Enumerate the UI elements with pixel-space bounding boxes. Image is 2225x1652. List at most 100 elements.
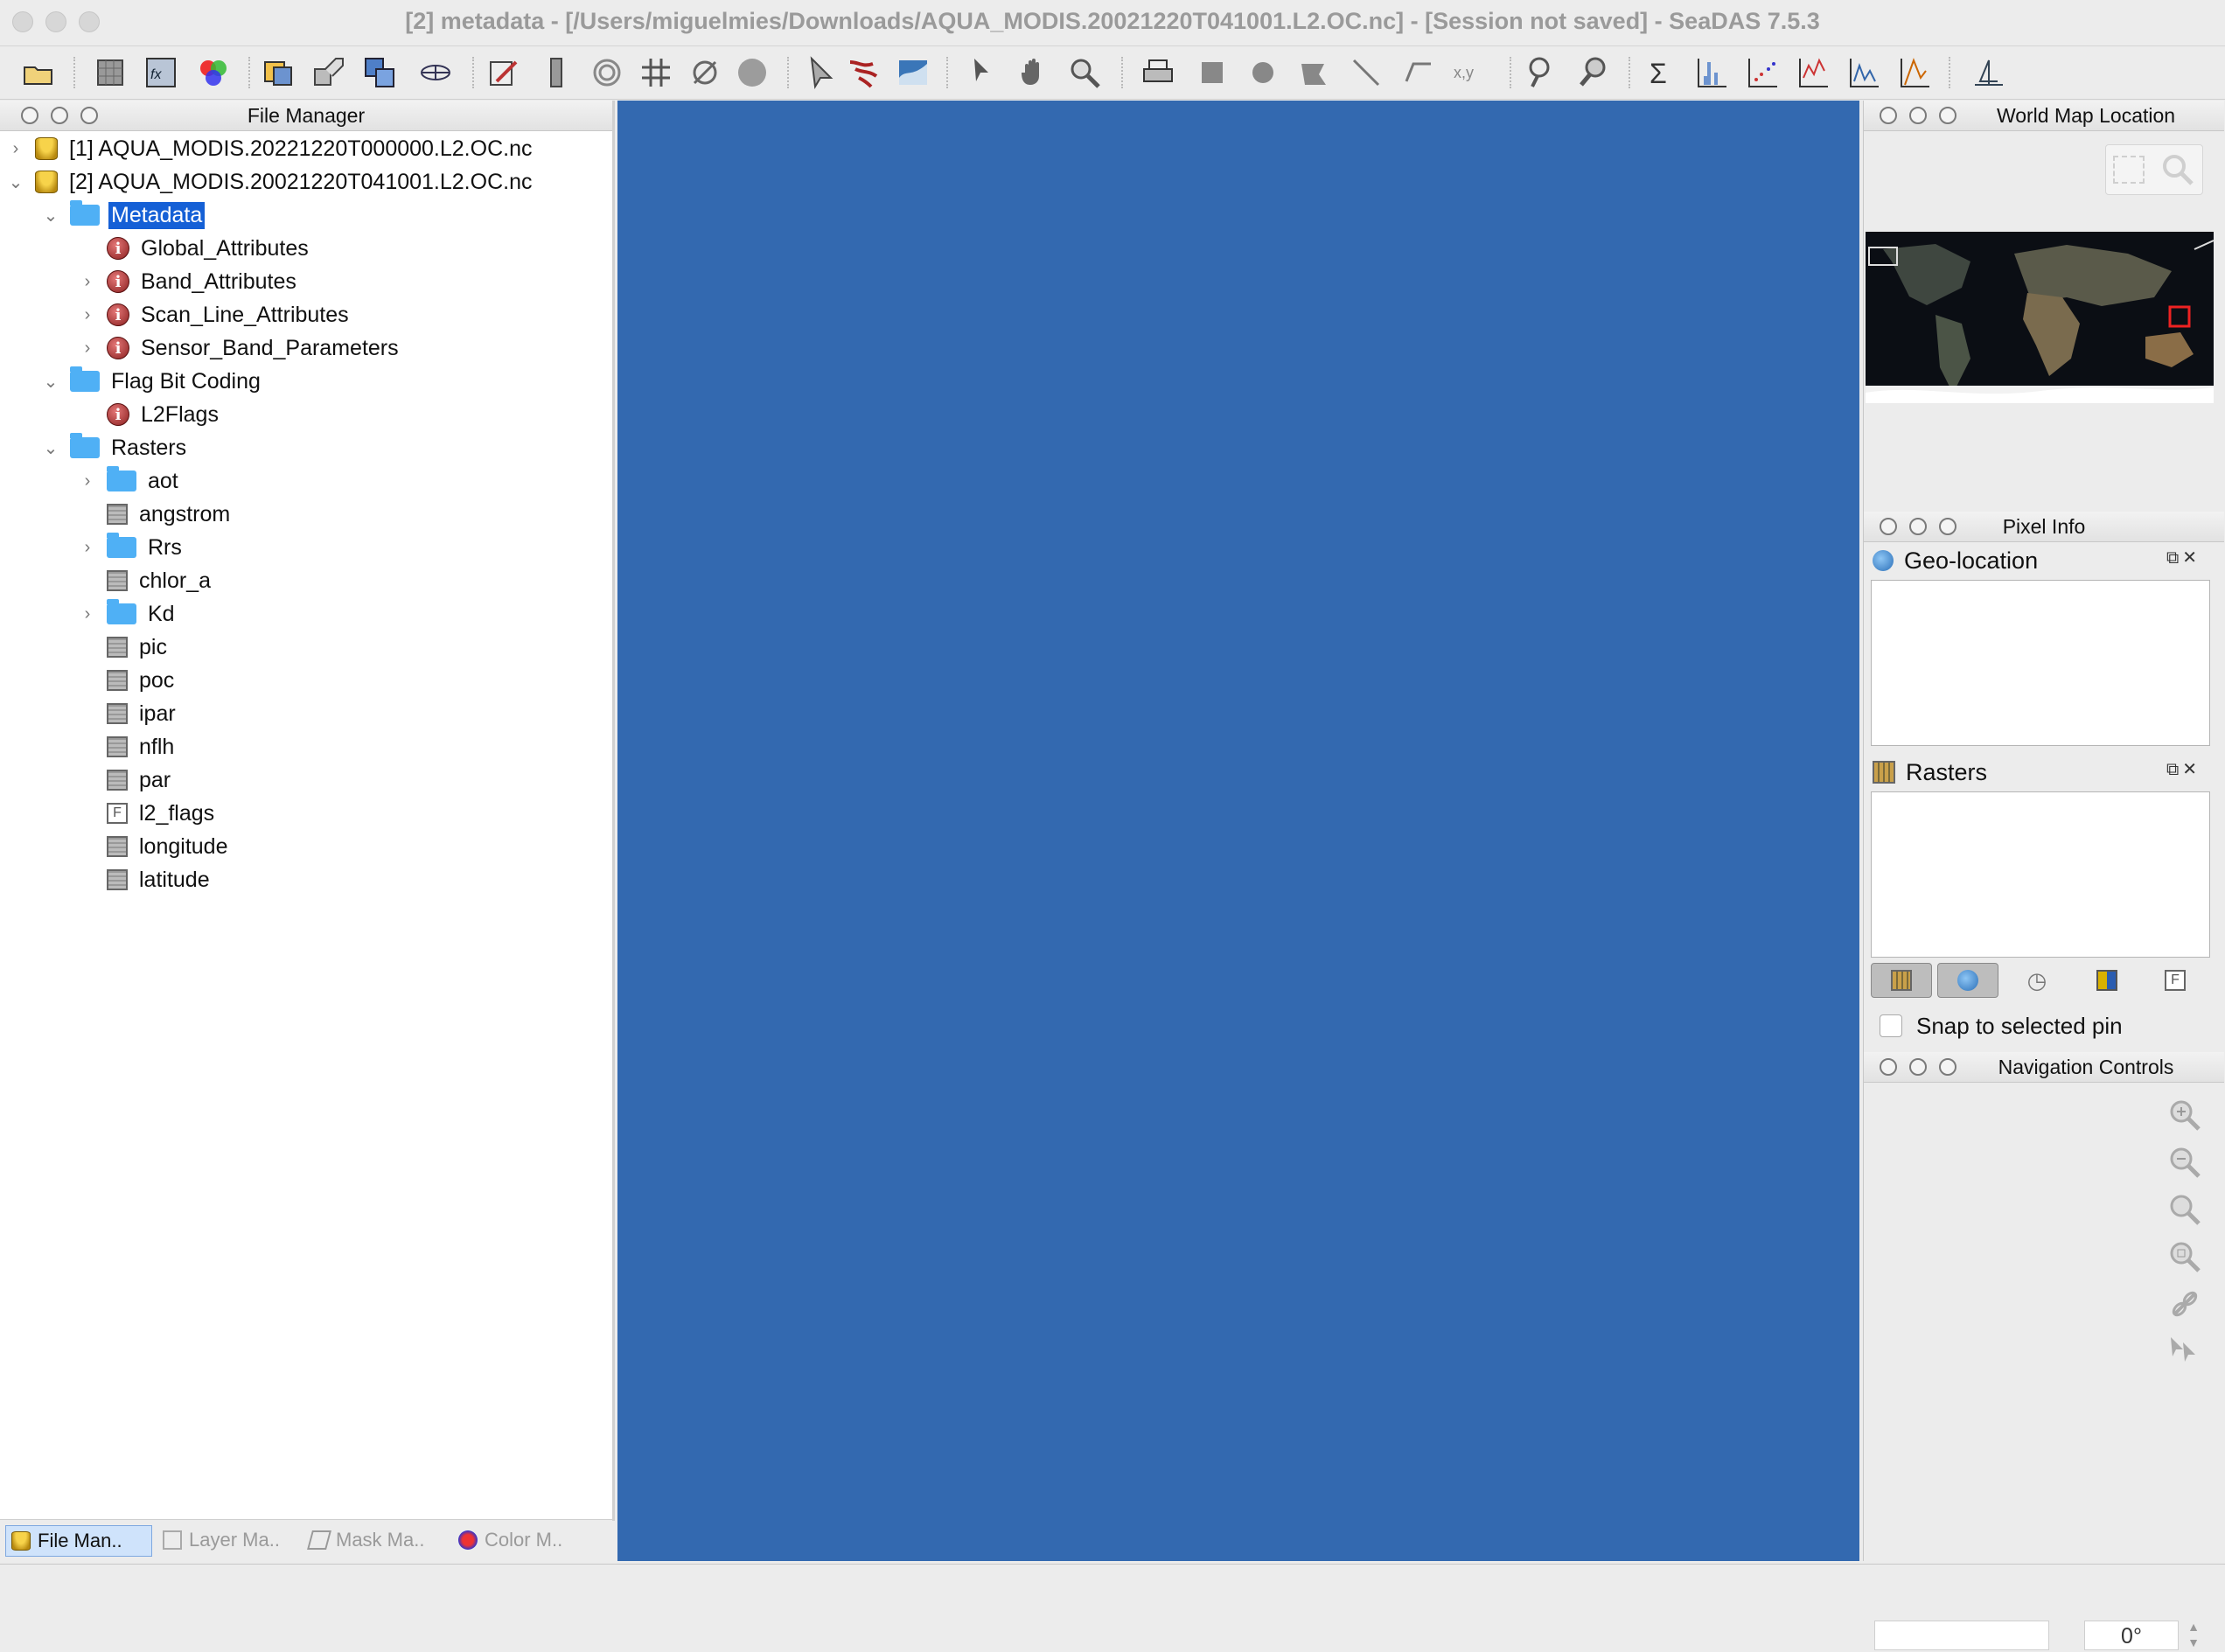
tree-product-1[interactable]: › [1] AQUA_MODIS.20221220T000000.L2.OC.n…: [13, 132, 534, 165]
tree-product-2[interactable]: ⌄ [2] AQUA_MODIS.20021220T041001.L2.OC.n…: [9, 165, 534, 199]
polyline-drawing-icon[interactable]: [1399, 53, 1438, 92]
polygon-drawing-icon[interactable]: [1294, 53, 1333, 92]
brush-icon[interactable]: [845, 53, 883, 92]
time-info-icon[interactable]: ◷: [2023, 966, 2051, 994]
panel-maximize-button[interactable]: [1939, 518, 1956, 535]
chevron-right-icon[interactable]: ›: [79, 471, 96, 491]
information-plot-icon[interactable]: [1896, 53, 1935, 92]
tab-mask-manager[interactable]: Mask Ma..: [304, 1525, 444, 1555]
zoom-tool-icon[interactable]: [1065, 53, 1104, 92]
rotation-spinner[interactable]: ▲ ▼: [2184, 1619, 2203, 1652]
tie-point-grid-icon[interactable]: [2093, 966, 2121, 994]
tree-raster-kd[interactable]: › Kd: [85, 597, 178, 631]
chevron-down-icon[interactable]: ⌄: [42, 205, 59, 227]
zoom-in-tool-icon[interactable]: [1524, 53, 1562, 92]
magnifier-icon[interactable]: [1574, 53, 1613, 92]
image-view-area[interactable]: [617, 101, 1859, 1561]
flag-info-icon[interactable]: F: [2161, 966, 2189, 994]
ruler-icon[interactable]: [537, 53, 575, 92]
pins-icon[interactable]: [588, 53, 626, 92]
time-series-icon[interactable]: [1970, 53, 2008, 92]
tree-item-scan-line-attributes[interactable]: › i Scan_Line_Attributes: [85, 298, 352, 331]
ellipse-drawing-icon[interactable]: [1244, 53, 1282, 92]
chevron-right-icon[interactable]: ›: [79, 604, 96, 624]
graticule-icon[interactable]: [637, 53, 675, 92]
zoom-all-icon[interactable]: [2113, 156, 2145, 184]
panel-minimize-button[interactable]: [1909, 1058, 1927, 1076]
rotation-angle-field[interactable]: 0°: [2084, 1621, 2179, 1650]
chevron-right-icon[interactable]: ›: [79, 305, 96, 325]
world-map-image[interactable]: [1866, 232, 2214, 403]
tree-item-l2flags[interactable]: i L2Flags: [107, 398, 221, 431]
panel-maximize-button[interactable]: [1939, 1058, 1956, 1076]
tree-raster-pic[interactable]: pic: [107, 631, 170, 664]
chevron-down-icon[interactable]: ⌄: [7, 171, 24, 193]
panel-minimize-button[interactable]: [1909, 518, 1927, 535]
zoom-all-icon[interactable]: [2166, 1237, 2204, 1276]
pan-tool-icon[interactable]: [1015, 53, 1053, 92]
annotate-icon[interactable]: [485, 53, 523, 92]
tree-raster-aot[interactable]: › aot: [85, 464, 181, 498]
print-icon[interactable]: [1139, 53, 1177, 92]
sync-cursor-icon[interactable]: [2166, 1332, 2204, 1370]
panel-close-button[interactable]: [1880, 1058, 1897, 1076]
tree-raster-poc[interactable]: poc: [107, 664, 177, 697]
snap-to-pin-checkbox[interactable]: [1880, 1014, 1902, 1037]
tree-rasters-folder[interactable]: ⌄ Rasters: [44, 431, 189, 464]
rectangle-drawing-icon[interactable]: [1193, 53, 1231, 92]
tree-raster-nflh[interactable]: nflh: [107, 730, 177, 763]
histogram-icon[interactable]: [1693, 53, 1732, 92]
tree-item-band-attributes[interactable]: › i Band_Attributes: [85, 265, 299, 298]
no-data-icon[interactable]: [686, 53, 724, 92]
tree-metadata-folder[interactable]: ⌄ Metadata: [44, 199, 206, 232]
chevron-right-icon[interactable]: ›: [7, 139, 24, 159]
scatter-plot-icon[interactable]: [1744, 53, 1782, 92]
tree-raster-angstrom[interactable]: angstrom: [107, 498, 233, 531]
panel-minimize-button[interactable]: [1909, 107, 1927, 124]
chevron-right-icon[interactable]: ›: [79, 338, 96, 359]
fx-icon[interactable]: fx: [142, 53, 180, 92]
chevron-right-icon[interactable]: ›: [79, 272, 96, 292]
sync-views-icon[interactable]: [2166, 1285, 2204, 1323]
profile-plot-icon[interactable]: [1795, 53, 1833, 92]
panel-close-button[interactable]: [1880, 107, 1897, 124]
pointer-icon[interactable]: [801, 53, 840, 92]
statistics-icon[interactable]: Σ: [1643, 53, 1681, 92]
close-icon[interactable]: ✕: [2182, 760, 2201, 779]
xy-coordinates-icon[interactable]: x,y: [1450, 53, 1489, 92]
panel-maximize-button[interactable]: [80, 107, 98, 124]
zoom-default-icon[interactable]: [2166, 1190, 2204, 1229]
line-drawing-icon[interactable]: [1347, 53, 1385, 92]
mosaic-icon[interactable]: [360, 53, 399, 92]
tree-raster-latitude[interactable]: latitude: [107, 863, 213, 896]
zoom-factor-field[interactable]: [1874, 1621, 2049, 1650]
zoom-to-product-icon[interactable]: [2159, 152, 2197, 187]
tree-raster-l2-flags[interactable]: F l2_flags: [107, 797, 217, 830]
select-tool-icon[interactable]: [962, 53, 1001, 92]
panel-close-button[interactable]: [21, 107, 38, 124]
geo-coding-icon[interactable]: [416, 53, 455, 92]
rgb-image-icon[interactable]: [194, 53, 233, 92]
tree-flag-bit-coding-folder[interactable]: ⌄ Flag Bit Coding: [44, 365, 263, 398]
tab-file-manager[interactable]: File Man..: [5, 1525, 152, 1557]
chevron-right-icon[interactable]: ›: [79, 538, 96, 558]
tree-raster-par[interactable]: par: [107, 763, 173, 797]
panel-close-button[interactable]: [1880, 518, 1897, 535]
reprojection-icon[interactable]: [259, 53, 297, 92]
tab-color-manipulation[interactable]: Color M..: [453, 1525, 593, 1555]
open-product-icon[interactable]: [19, 53, 58, 92]
toggle-raster-button[interactable]: [1871, 963, 1932, 998]
tree-raster-longitude[interactable]: longitude: [107, 830, 230, 863]
chevron-down-icon[interactable]: ⌄: [42, 437, 59, 459]
band-maths-icon[interactable]: [91, 53, 129, 92]
spectrum-icon[interactable]: [1845, 53, 1884, 92]
float-window-icon[interactable]: ⧉: [2166, 548, 2182, 568]
float-window-icon[interactable]: ⧉: [2166, 760, 2182, 779]
chevron-down-icon[interactable]: ⌄: [42, 371, 59, 393]
world-icon[interactable]: [733, 53, 771, 92]
histogram-equalize-icon[interactable]: [894, 53, 932, 92]
tree-raster-chlor-a[interactable]: chlor_a: [107, 564, 213, 597]
tree-item-sensor-band-parameters[interactable]: › i Sensor_Band_Parameters: [85, 331, 401, 365]
zoom-out-icon[interactable]: [2166, 1143, 2204, 1181]
toggle-geo-location-button[interactable]: [1937, 963, 1998, 998]
